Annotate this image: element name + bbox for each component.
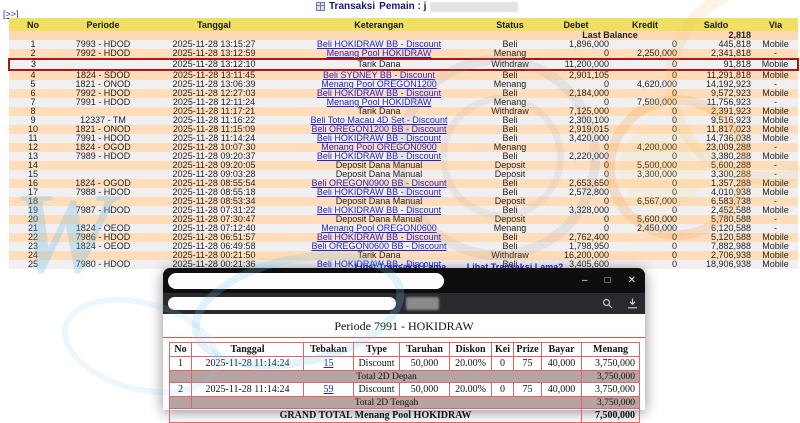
transaction-row: 22 7986 - HDOD 2025-11-28 06:51:57 Beli HOK…: [9, 233, 798, 242]
transaction-row: 10 1821 - ONOD 2025-11-28 11:15:09 Beli ORE…: [9, 125, 798, 134]
bet-total-row: Total 2D Depan 3,750,000: [169, 370, 640, 383]
transaction-row: 16 1824 - OGOD 2025-11-28 08:55:54 Beli ORE…: [9, 179, 798, 188]
page-title: Transaksi Pemain : j: [316, 1, 519, 12]
column-header-periode: Periode: [57, 18, 149, 31]
bet-row: 2 2025-11-28 11:14:24 59 Discount 50,000 20.0…: [169, 382, 640, 397]
transaction-row: 9 12337 - TM 2025-11-28 11:16:22 Beli Toto …: [9, 116, 798, 125]
transaction-row: 20 2025-11-28 07:30:47 Deposit Dana Manual…: [9, 215, 798, 224]
last-balance-row: Last Balance 2,818: [9, 31, 798, 40]
popup-titlebar[interactable]: – □ ✕: [163, 268, 645, 293]
transaction-row: 2 7992 - HDOD 2025-11-28 13:12:59 Menang Po…: [9, 49, 798, 59]
keterangan-link[interactable]: Menang Pool HOKIDRAW: [327, 49, 432, 58]
grand-total-row: GRAND TOTAL Menang Pool HOKIDRAW 7,500,0…: [169, 408, 640, 423]
keterangan-link[interactable]: Beli HOKIDRAW BB - Discount: [317, 206, 441, 215]
column-header-no: No: [169, 342, 192, 357]
grand-total-value: 7,500,000: [581, 408, 640, 423]
column-header-bayar: Bayar: [541, 342, 582, 357]
redacted-player-name: [430, 1, 519, 12]
keterangan-link[interactable]: Menang Pool OREGON0600: [321, 224, 437, 233]
title-pemain: Pemain : j: [379, 1, 427, 12]
column-header-menang: Menang: [581, 342, 640, 357]
bet-row: 1 2025-11-28 11:14:24 15 Discount 50,000 20.0…: [169, 356, 640, 371]
keterangan-link[interactable]: Beli OREGON0900 BB - Discount: [311, 179, 446, 188]
transaction-row: 21 1824 - OEOD 2025-11-28 07:12:40 Menang P…: [9, 224, 798, 233]
keterangan-link[interactable]: Menang Pool OREGON0900: [321, 143, 437, 152]
keterangan-link[interactable]: Beli SYDNEY BB - Discount: [323, 70, 435, 80]
transaction-row: 1 7993 - HDOD 2025-11-28 13:15:27 Beli HOKI…: [9, 40, 798, 49]
tebakan-link[interactable]: 15: [324, 358, 334, 369]
transaction-row: 14 2025-11-28 09:20:05 Deposit Dana Manual…: [9, 161, 798, 170]
tebakan-link[interactable]: 59: [324, 384, 334, 395]
close-icon[interactable]: ✕: [628, 275, 636, 286]
column-header-kei: Kei: [491, 342, 514, 357]
minimize-icon[interactable]: –: [582, 275, 588, 286]
keterangan-link[interactable]: Menang Pool HOKIDRAW: [327, 98, 432, 107]
column-header-prize: Prize: [513, 342, 542, 357]
column-header-debet: Debet: [541, 18, 611, 31]
column-header-saldo: Saldo: [679, 18, 753, 31]
transaction-row: 6 7992 - HDOD 2025-11-28 12:27:03 Beli HOKI…: [9, 89, 798, 98]
keterangan-link[interactable]: Beli HOKIDRAW BB - Discount: [317, 89, 441, 98]
transaction-row: 19 7987 - HDOD 2025-11-28 07:31:22 Beli HOK…: [9, 206, 798, 215]
table-header-row: No Periode Tanggal Keterangan Status Debet Kre…: [9, 18, 798, 31]
keterangan-link[interactable]: Beli HOKIDRAW BB - Discount: [317, 134, 441, 143]
transaction-icon: [316, 2, 325, 11]
transaction-row: 13 7989 - HDOD 2025-11-28 09:20:37 Beli HOK…: [9, 152, 798, 161]
transaction-row: 4 1824 - SDOD 2025-11-28 13:11:45 Beli SYDN…: [9, 70, 798, 80]
keterangan-link[interactable]: Beli HOKIDRAW BB - Discount: [317, 152, 441, 161]
keterangan-link[interactable]: Beli HOKIDRAW BB - Discount: [317, 40, 441, 49]
transaction-row: 12 1824 - OGOD 2025-11-28 10:07:30 Menang P…: [9, 143, 798, 152]
transaction-row-highlighted: 3 2025-11-28 13:12:10 Tarik Dana Withdraw 11…: [8, 58, 799, 71]
bet-header-row: No Tanggal Tebakan Type Taruhan Diskon Kei Priz…: [169, 342, 640, 357]
popup-period-title: Periode 7991 - HOKIDRAW: [334, 319, 474, 333]
column-header-type: Type: [353, 342, 400, 357]
transaction-row: 15 2025-11-28 09:03:28 Deposit Dana Manual…: [9, 170, 798, 179]
transaction-row: 5 1821 - ONOD 2025-11-28 13:06:39 Menang Po…: [9, 80, 798, 89]
column-header-tanggal: Tanggal: [191, 342, 304, 357]
transaction-row: 8 2025-11-28 11:17:21 Tarik Dana Withdraw 7,…: [9, 107, 798, 116]
transaction-row: 7 7991 - HDOD 2025-11-28 12:11:24 Menang Po…: [9, 98, 798, 107]
maximize-icon[interactable]: □: [605, 275, 611, 286]
column-header-status: Status: [479, 18, 541, 31]
transaction-row: 23 1824 - OEOD 2025-11-28 06:49:58 Beli ORE…: [9, 242, 798, 251]
column-header-kredit: Kredit: [611, 18, 679, 31]
red-divider: [163, 337, 645, 338]
title-transaksi: Transaksi: [329, 1, 376, 12]
transaction-row: 24 2025-11-28 00:21:50 Tarik Dana Withdraw 1…: [9, 251, 798, 260]
column-header-tebakan: Tebakan: [303, 342, 354, 357]
download-icon[interactable]: [627, 298, 638, 309]
column-header-no: No: [9, 18, 57, 31]
last-balance-label: Last Balance: [541, 31, 679, 40]
column-header-tanggal: Tanggal: [149, 18, 279, 31]
column-header-taruhan: Taruhan: [399, 342, 450, 357]
grand-total-label: GRAND TOTAL Menang Pool HOKIDRAW: [169, 408, 582, 423]
keterangan-link[interactable]: Beli HOKIDRAW BB - Discount: [317, 233, 441, 242]
address-bar[interactable]: [168, 297, 396, 310]
column-header-keterangan: Keterangan: [279, 18, 479, 31]
detail-popup-window: – □ ✕ Periode 7991 - HOKIDRAW No Tanggal…: [163, 268, 645, 423]
transactions-table: No Periode Tanggal Keterangan Status Debet Kre…: [8, 18, 799, 269]
keterangan-link[interactable]: Beli HOKIDRAW BB - Discount: [317, 188, 441, 197]
browser-tab[interactable]: [168, 273, 444, 289]
keterangan-link[interactable]: Beli Toto Macau 4D Set - Discount: [311, 116, 448, 125]
keterangan-link[interactable]: Beli OREGON0600 BB - Discount: [311, 242, 446, 251]
transaction-row: 18 2025-11-28 08:53:34 Deposit Dana Manual…: [9, 197, 798, 206]
column-header-diskon: Diskon: [449, 342, 492, 357]
popup-toolbar: [163, 293, 645, 314]
keterangan-link[interactable]: Beli OREGON1200 BB - Discount: [311, 125, 446, 134]
bet-detail-table: No Tanggal Tebakan Type Taruhan Diskon Kei Priz…: [169, 342, 640, 423]
keterangan-link[interactable]: Menang Pool OREGON1200: [321, 80, 437, 89]
column-header-via: Via: [753, 18, 798, 31]
last-balance-value: 2,818: [679, 31, 753, 40]
transaction-row: 17 7988 - HDOD 2025-11-28 08:55:18 Beli HOK…: [9, 188, 798, 197]
zoom-search-icon[interactable]: [602, 298, 613, 309]
redacted-url-fragment: [406, 297, 439, 310]
transaction-row: 11 7991 - HDOD 2025-11-28 11:14:24 Beli HOK…: [9, 134, 798, 143]
